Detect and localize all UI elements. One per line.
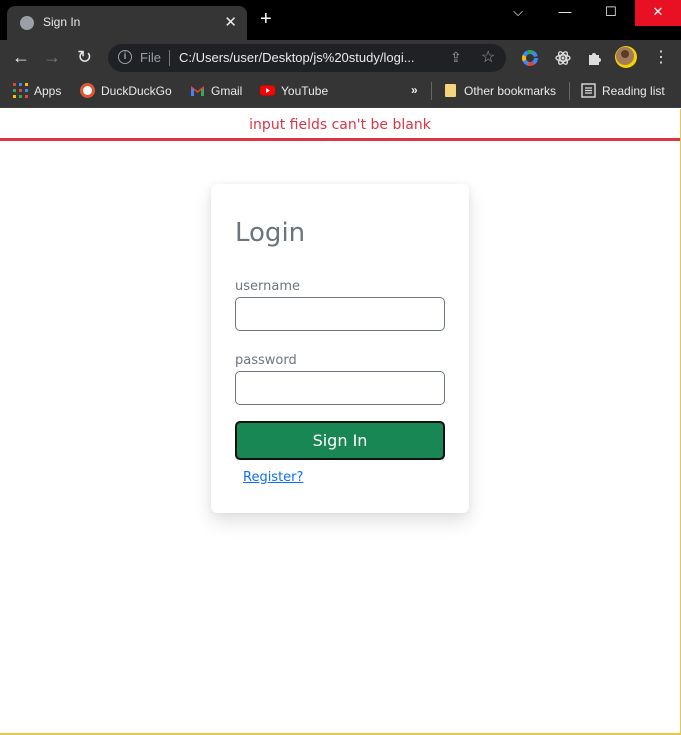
back-button[interactable]: ← [12,47,30,68]
browser-titlebar: Sign In ✕ + ⌵ — ☐ ✕ [0,0,681,40]
globe-icon [20,16,34,30]
bookmark-apps[interactable]: Apps [13,83,61,98]
browser-menu-button[interactable]: ⋮ [653,47,669,67]
login-title: Login [235,218,306,248]
profile-avatar[interactable] [615,46,637,73]
other-bookmarks-folder[interactable]: Other bookmarks [443,83,556,98]
bookmark-label: DuckDuckGo [101,83,172,98]
color-extension-icon[interactable] [521,49,539,72]
error-alert: input fields can't be blank [0,109,680,141]
bookmark-youtube[interactable]: YouTube [260,83,328,98]
tab-search-icon[interactable]: ⌵ [498,0,538,26]
share-icon[interactable]: ⇪ [450,49,462,66]
forward-button[interactable]: → [43,47,61,68]
omnibox-divider [169,50,170,66]
browser-toolbar: ← → ↻ i File C:/Users/user/Desktop/js%20… [0,40,681,76]
bookmark-label: YouTube [281,83,329,98]
scheme-label: File [140,50,161,65]
react-devtools-icon[interactable] [554,49,572,72]
bookmark-label: Reading list [602,83,665,98]
bookmarks-overflow-button[interactable]: » [411,83,418,97]
bookmark-label: Gmail [211,83,243,98]
register-link[interactable]: Register? [243,470,303,485]
folder-icon [445,84,456,97]
reading-list-icon [581,83,596,98]
extensions-puzzle-icon[interactable] [586,49,604,72]
username-label: username [235,279,300,294]
sign-in-button[interactable]: Sign In [235,421,445,460]
url-text[interactable]: C:/Users/user/Desktop/js%20study/logi... [179,50,415,65]
apps-grid-icon [13,83,28,98]
info-icon[interactable]: i [118,50,132,64]
tab-close-icon[interactable]: ✕ [224,13,237,31]
password-label: password [235,353,297,368]
bookmarks-bar: Apps DuckDuckGo Gmail YouTube » Other bo… [0,76,681,108]
duckduckgo-icon [80,83,95,98]
bookmarks-divider [569,82,570,100]
maximize-button[interactable]: ☐ [591,0,631,26]
bookmark-gmail[interactable]: Gmail [190,83,242,98]
reload-button[interactable]: ↻ [77,47,92,68]
username-input[interactable] [235,297,445,331]
password-input[interactable] [235,371,445,405]
gmail-icon [191,86,204,96]
bookmark-duckduckgo[interactable]: DuckDuckGo [80,83,172,98]
new-tab-button[interactable]: + [260,9,272,29]
bookmark-label: Apps [34,83,62,98]
bookmark-star-icon[interactable]: ☆ [481,47,495,67]
browser-tab-active[interactable]: Sign In ✕ [7,6,247,40]
bookmarks-divider [431,82,432,100]
reading-list-button[interactable]: Reading list [581,83,665,98]
close-window-button[interactable]: ✕ [635,0,681,26]
minimize-button[interactable]: — [545,0,585,26]
youtube-icon [260,85,275,96]
tab-title: Sign In [43,15,81,29]
login-card: Login username password Sign In Register… [211,184,469,513]
page-content: input fields can't be blank Login userna… [0,109,681,735]
bookmark-label: Other bookmarks [464,83,557,98]
address-bar[interactable]: i File C:/Users/user/Desktop/js%20study/… [108,44,506,72]
